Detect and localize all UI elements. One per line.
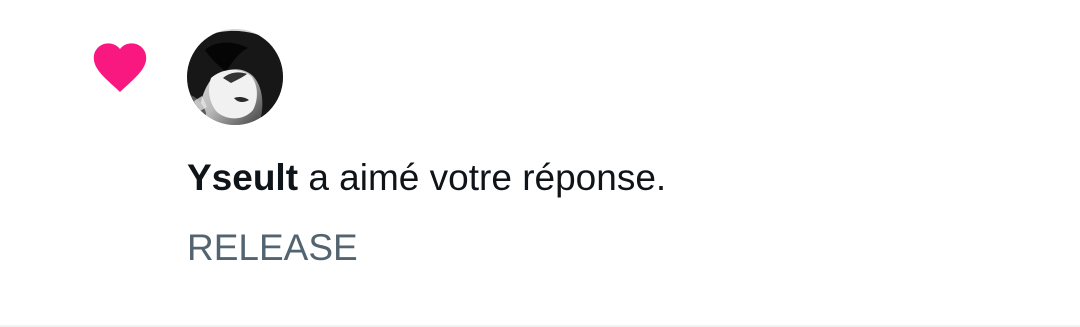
heart-icon [93,43,147,92]
notification-text: Yseult a aimé votre réponse. [187,152,666,204]
reply-context-text: RELEASE [187,227,358,268]
action-text: a aimé votre réponse. [298,157,667,198]
like-notification[interactable]: Yseult a aimé votre réponse. RELEASE [0,0,1080,327]
user-name[interactable]: Yseult [187,157,298,198]
avatar[interactable] [187,29,283,125]
